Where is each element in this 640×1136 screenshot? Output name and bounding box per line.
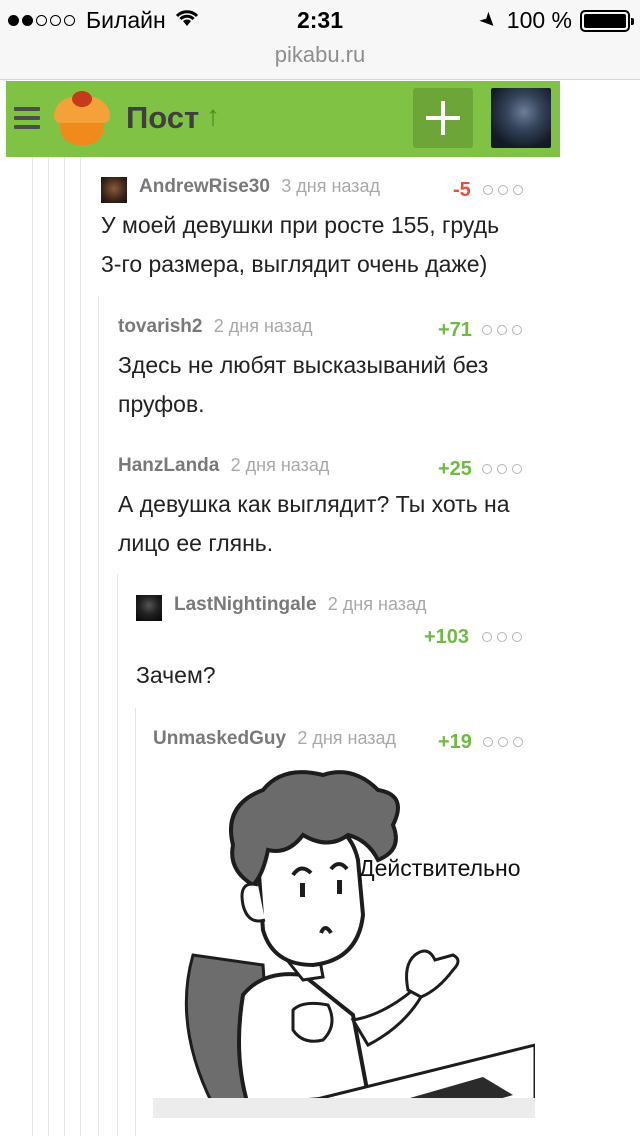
comment-text: У моей девушки при росте 155, грудь 3-го… <box>101 206 526 284</box>
comment-rating: +71 <box>438 319 472 341</box>
comment-text-line: А девушка как выглядит? Ты хоть на <box>118 491 510 517</box>
comment: UnmaskedGuy 2 дня назад +19 <box>153 728 528 758</box>
thread-line <box>98 296 99 1136</box>
meme-image[interactable]: Действительно <box>153 765 535 1118</box>
comment: HanzLanda 2 дня назад +25 А девушка как … <box>118 455 538 563</box>
comment: LastNightingale 2 дня назад +103 Зачем? <box>136 594 528 695</box>
address-bar[interactable]: pikabu.ru <box>0 40 640 80</box>
comment: tovarish2 2 дня назад +71 Здесь не любят… <box>118 316 528 424</box>
image-bottom-strip <box>153 1098 535 1118</box>
comment-text-line: лицо ее глянь. <box>118 530 274 556</box>
comment-header: UnmaskedGuy 2 дня назад +19 <box>153 728 528 758</box>
page-title: Пост <box>126 100 200 135</box>
thread-line <box>80 157 81 1136</box>
meme-caption: Действительно <box>359 855 521 881</box>
comment-text: Зачем? <box>136 656 528 695</box>
comment-author[interactable]: UnmaskedGuy <box>153 728 286 749</box>
comment-text: Здесь не любят высказываний без пруфов. <box>118 346 528 424</box>
thread-line <box>64 157 65 1136</box>
more-options-icon[interactable] <box>482 325 522 337</box>
comment-rating: +19 <box>438 731 472 753</box>
comment-header: LastNightingale 2 дня назад <box>136 594 528 624</box>
comment-text-line: У моей девушки при росте 155, грудь <box>101 212 500 238</box>
status-right: ➤ 100 % <box>474 7 634 35</box>
cupcake-logo-icon[interactable] <box>54 91 112 147</box>
comment-meta-row: +103 <box>136 624 528 656</box>
url-text: pikabu.ru <box>274 42 366 67</box>
comment-time: 2 дня назад <box>297 728 397 748</box>
comment-rating: +103 <box>424 626 470 648</box>
comment-rating: -5 <box>453 179 471 201</box>
comment-text: А девушка как выглядит? Ты хоть на лицо … <box>118 485 538 563</box>
comment-time: 2 дня назад <box>230 455 330 475</box>
comment-time: 2 дня назад <box>327 594 427 614</box>
comment-header: tovarish2 2 дня назад +71 <box>118 316 528 346</box>
thread-line <box>117 574 118 1136</box>
comment-text-line: пруфов. <box>118 391 205 417</box>
comment-time: 3 дня назад <box>281 176 380 196</box>
comment-text-line: Здесь не любят высказываний без <box>118 352 489 378</box>
comment-author[interactable]: AndrewRise30 <box>139 176 270 197</box>
more-options-icon[interactable] <box>483 737 523 749</box>
avatar[interactable] <box>101 177 127 203</box>
comment-author[interactable]: LastNightingale <box>174 594 317 615</box>
comment: AndrewRise30 3 дня назад -5 У моей девуш… <box>101 176 526 284</box>
comment-header: HanzLanda 2 дня назад +25 <box>118 455 538 485</box>
comment-text-line: Зачем? <box>136 662 216 688</box>
meme-character-illustration <box>184 770 535 1118</box>
thread-line <box>32 157 33 1136</box>
status-bar: Билайн 2:31 ➤ 100 % <box>0 0 640 40</box>
site-header: Пост ↑ <box>6 81 560 157</box>
more-options-icon[interactable] <box>483 185 523 197</box>
more-options-icon[interactable] <box>482 632 522 644</box>
comment-author[interactable]: HanzLanda <box>118 455 219 476</box>
more-options-icon[interactable] <box>482 464 522 476</box>
comment-author[interactable]: tovarish2 <box>118 316 202 337</box>
hamburger-icon[interactable] <box>14 107 40 129</box>
thread-line <box>48 157 49 1136</box>
add-post-button[interactable] <box>413 88 473 148</box>
avatar[interactable] <box>136 595 162 621</box>
comment-header: AndrewRise30 3 дня назад -5 <box>101 176 526 206</box>
thread-line <box>135 708 136 1136</box>
profile-avatar[interactable] <box>491 88 551 148</box>
arrow-up-icon: ↑ <box>206 100 220 131</box>
battery-icon <box>580 9 634 32</box>
comment-time: 2 дня назад <box>213 316 313 336</box>
battery-percent: 100 % <box>506 7 572 33</box>
comment-rating: +25 <box>438 458 472 480</box>
comment-text-line: 3-го размера, выглядит очень даже) <box>101 251 488 277</box>
